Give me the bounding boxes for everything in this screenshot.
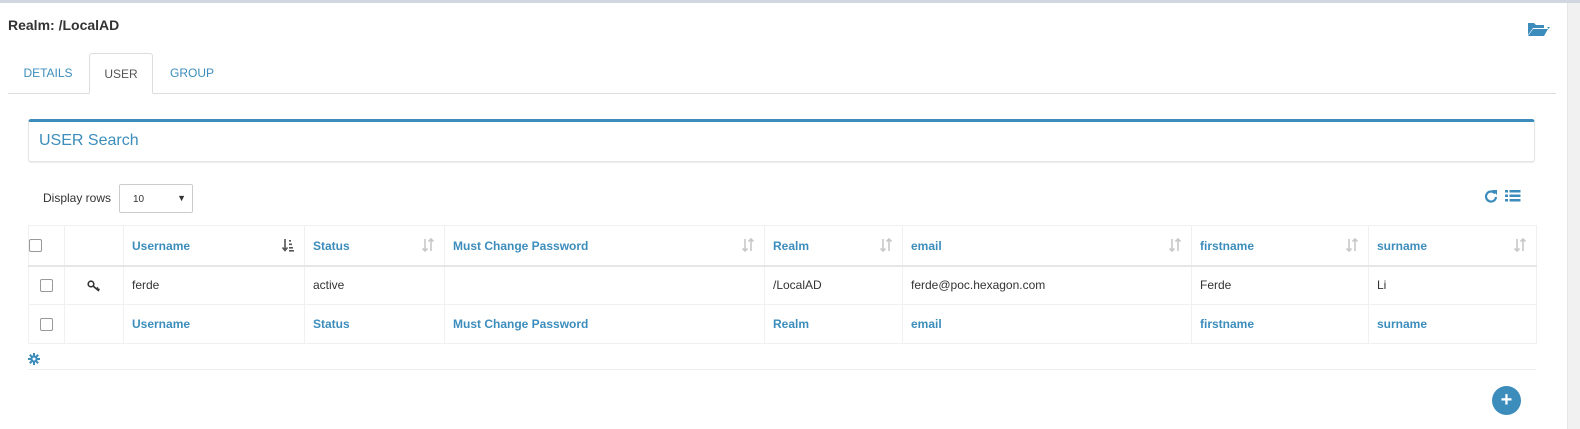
footer-checkbox[interactable] — [40, 318, 53, 332]
footer-label-realm: Realm — [764, 304, 903, 344]
sort-icon — [1514, 238, 1526, 252]
column-header-label: Realm — [773, 239, 810, 254]
sort-icon — [1169, 238, 1181, 252]
select-all-cell — [28, 225, 65, 267]
footer-label-must-change-password: Must Change Password — [444, 304, 765, 344]
column-header-realm[interactable]: Realm — [764, 225, 903, 267]
footer-label-firstname: firstname — [1191, 304, 1369, 344]
footer-label-username: Username — [123, 304, 305, 344]
page-title: Realm: /LocalAD — [8, 17, 120, 33]
cell-must-change-password — [444, 265, 765, 305]
divider — [28, 369, 1536, 370]
sort-icon — [880, 238, 892, 252]
page-scrollbar[interactable] — [1567, 3, 1580, 429]
caret-down-icon: ▼ — [177, 193, 186, 203]
cell-username: ferde — [123, 265, 305, 305]
tab-bar: DETAILS USER GROUP — [8, 53, 1556, 94]
user-table: Username Status Must Change Password Rea… — [28, 225, 1537, 344]
column-header-label: Username — [132, 239, 191, 254]
display-rows-label: Display rows — [43, 191, 112, 205]
search-panel: USER Search — [28, 119, 1535, 162]
table-header-row: Username Status Must Change Password Rea… — [28, 225, 1537, 267]
list-icon[interactable] — [1504, 188, 1522, 204]
cell-status: active — [304, 265, 445, 305]
tab-group[interactable]: GROUP — [154, 53, 230, 93]
gear-icon[interactable] — [28, 352, 40, 365]
footer-select-cell — [28, 304, 65, 344]
key-icon[interactable] — [87, 280, 101, 292]
column-header-username[interactable]: Username — [123, 225, 305, 267]
plus-icon: + — [1500, 389, 1513, 411]
footer-label-status: Status — [304, 304, 445, 344]
footer-label-email: email — [902, 304, 1192, 344]
table-row[interactable]: ferde active /LocalAD ferde@poc.hexagon.… — [28, 265, 1537, 305]
row-select-cell — [28, 265, 65, 305]
cell-realm: /LocalAD — [764, 265, 903, 305]
column-header-status[interactable]: Status — [304, 225, 445, 267]
sort-asc-icon — [282, 239, 294, 252]
sort-icon — [742, 238, 754, 252]
tab-user[interactable]: USER — [89, 53, 153, 94]
folder-open-icon[interactable] — [1527, 20, 1553, 38]
select-all-checkbox[interactable] — [29, 239, 42, 253]
footer-label-surname: surname — [1368, 304, 1537, 344]
row-action-cell — [64, 265, 124, 305]
cell-email: ferde@poc.hexagon.com — [902, 265, 1192, 305]
column-header-must-change-password[interactable]: Must Change Password — [444, 225, 765, 267]
column-header-firstname[interactable]: firstname — [1191, 225, 1369, 267]
column-header-surname[interactable]: surname — [1368, 225, 1537, 267]
sort-icon — [1346, 238, 1358, 252]
column-header-label: email — [911, 239, 942, 254]
refresh-icon[interactable] — [1484, 188, 1498, 204]
top-border — [0, 0, 1580, 3]
row-checkbox[interactable] — [40, 279, 53, 293]
sort-icon — [422, 238, 434, 252]
column-header-email[interactable]: email — [902, 225, 1192, 267]
cell-firstname: Ferde — [1191, 265, 1369, 305]
add-button[interactable]: + — [1492, 386, 1521, 415]
column-header-label: Must Change Password — [453, 239, 589, 254]
tab-details[interactable]: DETAILS — [8, 53, 88, 93]
display-rows-value: 10 — [133, 194, 145, 205]
action-column-header — [64, 225, 124, 267]
footer-action-cell — [64, 304, 124, 344]
display-rows-select[interactable]: 10 ▼ — [119, 184, 193, 213]
panel-title: USER Search — [39, 132, 139, 149]
cell-surname: Li — [1368, 265, 1537, 305]
table-footer-row: Username Status Must Change Password Rea… — [28, 304, 1537, 344]
column-header-label: surname — [1377, 239, 1428, 254]
column-header-label: firstname — [1200, 239, 1255, 254]
column-header-label: Status — [313, 239, 350, 254]
